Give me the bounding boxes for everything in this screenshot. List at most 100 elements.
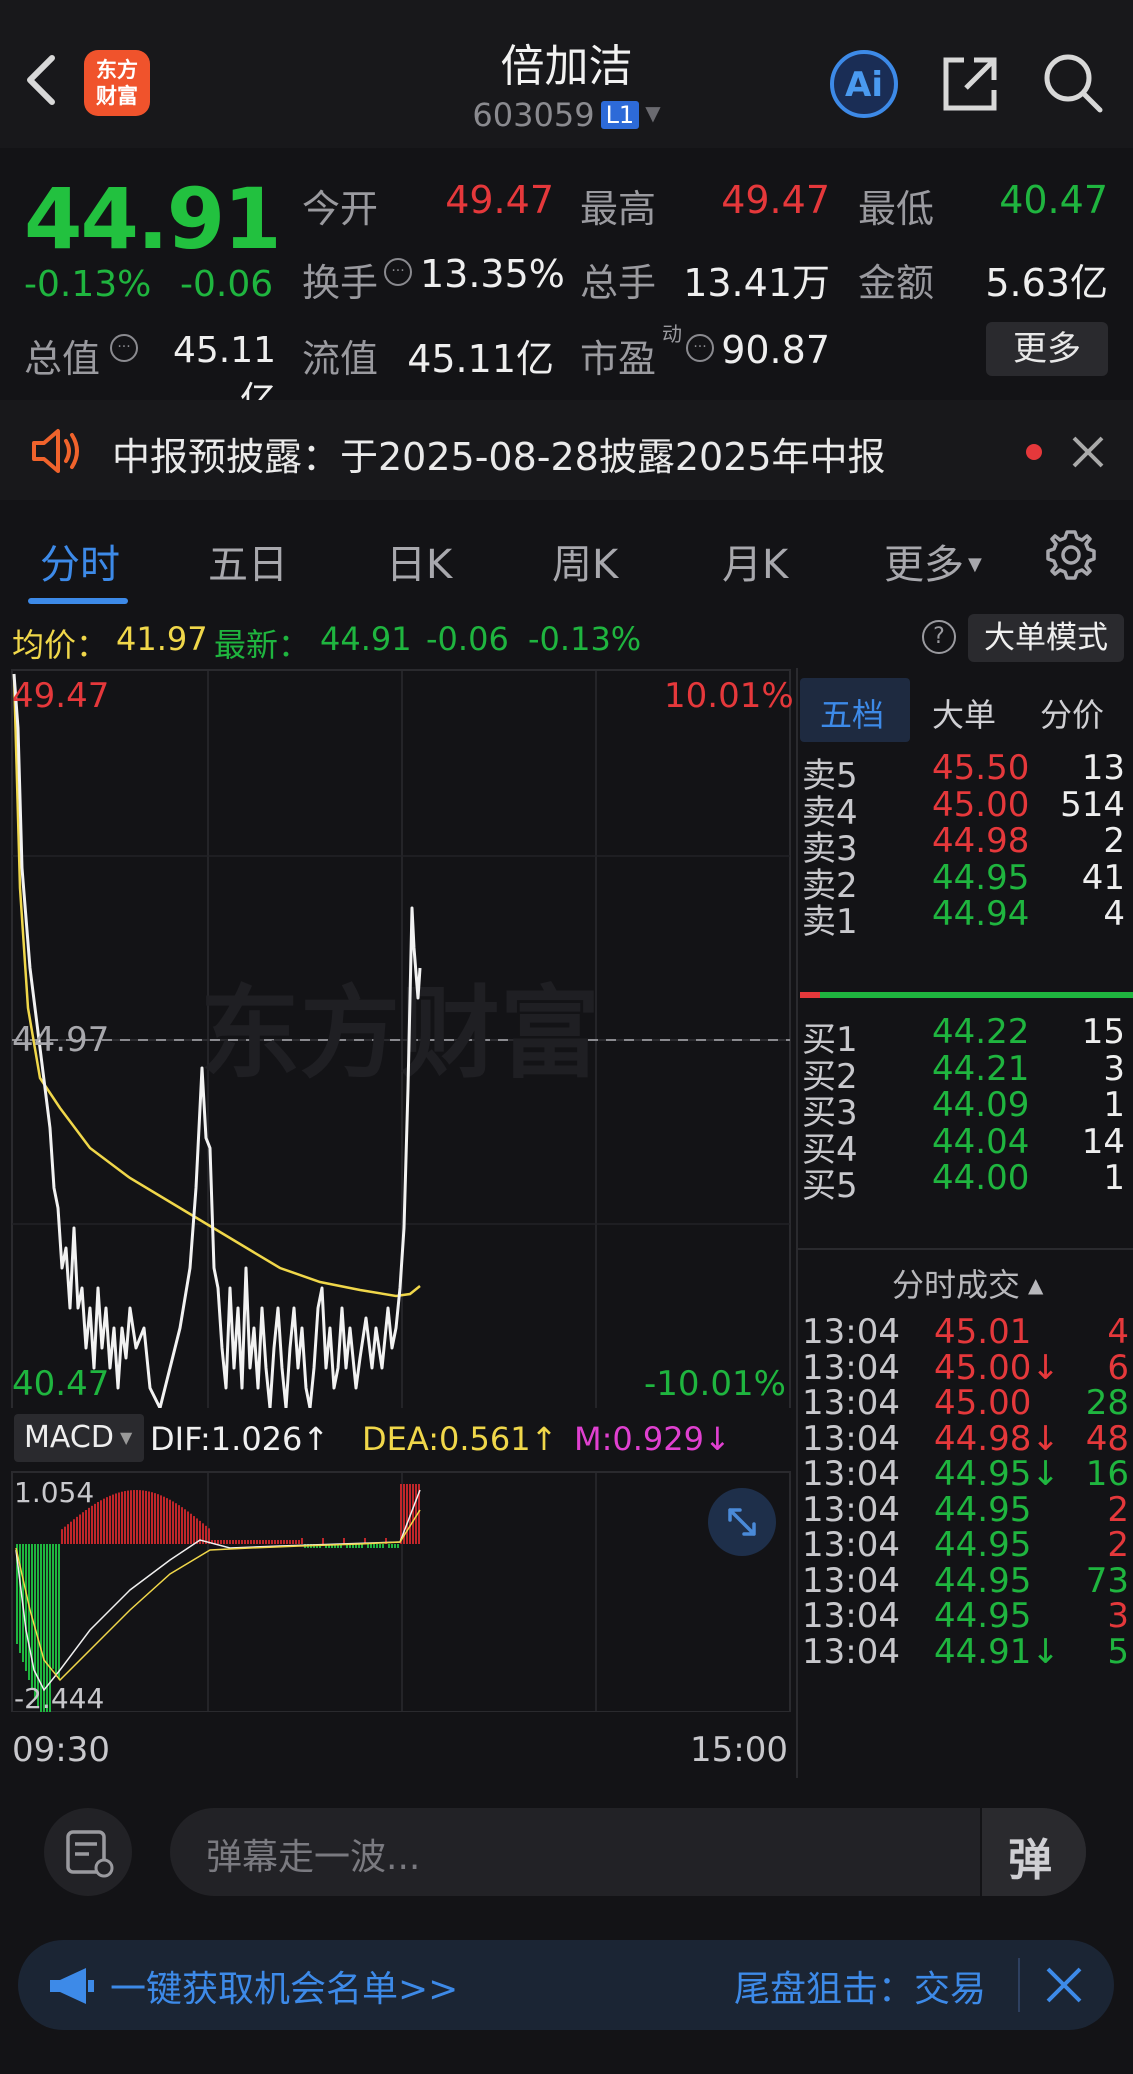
tab-five-day[interactable]: 五日	[208, 532, 288, 590]
turnover-info-icon[interactable]: ···	[384, 258, 412, 286]
macd-bar	[88, 1507, 90, 1544]
macd-bar	[370, 1544, 372, 1548]
intraday-chart[interactable]: 东方财富	[0, 668, 792, 1408]
big-order-mode-button[interactable]: 大单模式	[968, 614, 1124, 662]
close-icon[interactable]	[1070, 434, 1106, 470]
buy-price: 44.04	[932, 1121, 1030, 1162]
tab-daily-k[interactable]: 日K	[386, 532, 452, 590]
macd-bar	[130, 1490, 132, 1544]
tab-monthly-k[interactable]: 月K	[722, 532, 788, 590]
time-start-label: 09:30	[12, 1730, 110, 1770]
tab-more-label: 更多	[884, 542, 964, 588]
macd-bar	[97, 1502, 99, 1544]
ai-button[interactable]: Ai	[828, 48, 900, 124]
macd-chart[interactable]	[0, 1470, 792, 1712]
sell-volume: 514	[1060, 784, 1125, 825]
macd-bar	[268, 1540, 270, 1544]
ticks-title[interactable]: 分时成交 ▲	[892, 1260, 1043, 1306]
danmu-toggle-label: 弹	[1008, 1835, 1052, 1886]
macd-bar	[79, 1514, 81, 1544]
macd-bar	[412, 1484, 414, 1544]
tick-price: 44.95	[934, 1525, 1032, 1565]
share-button[interactable]	[938, 52, 1002, 120]
macd-bar	[184, 1509, 186, 1544]
macd-bar	[94, 1503, 96, 1544]
amount-label: 金额	[858, 261, 935, 305]
turnover-label: 换手	[302, 261, 379, 305]
promo-banner[interactable]: 一键获取机会名单>> 尾盘狙击：交易	[18, 1940, 1114, 2030]
tick-price: 44.95	[934, 1596, 1032, 1636]
close-icon[interactable]	[1044, 1965, 1084, 2005]
order-book: 五档 大单 分价 卖5 45.50 13 卖4 45.00 514 卖3 44.98 2 卖2 44…	[796, 668, 1133, 1778]
tick-time: 13:04	[802, 1383, 900, 1423]
volume-value: 13.41万	[683, 261, 830, 305]
tick-price: 44.95	[934, 1489, 1032, 1530]
ob-tab-price-dist[interactable]: 分价	[1040, 690, 1104, 736]
sell-price: 44.95	[932, 857, 1030, 898]
macd-bar	[289, 1540, 291, 1544]
macd-bar	[115, 1493, 117, 1544]
caret-down-icon: ▼	[645, 101, 661, 125]
danmu-list-button[interactable]	[44, 1808, 132, 1896]
macd-bar	[388, 1544, 390, 1548]
float-cap-value: 45.11亿	[407, 337, 554, 381]
tick-price: 45.00↓	[934, 1347, 1060, 1388]
total-cap-info-icon[interactable]: ···	[110, 334, 138, 362]
ob-tab-five-level[interactable]: 五档	[820, 690, 884, 736]
macd-bar	[322, 1538, 324, 1544]
pe-dynamic-sup: 动	[662, 322, 682, 346]
total-cap-label: 总值	[24, 337, 101, 381]
macd-bar	[52, 1544, 54, 1669]
ticks-title-label: 分时成交	[892, 1266, 1021, 1304]
buy-row[interactable]: 买5 44.00 1	[798, 1158, 1133, 1206]
latest-change: -0.06	[426, 620, 509, 658]
macd-bar	[274, 1540, 276, 1544]
chart-down-pct-label: -10.01%	[644, 1364, 786, 1404]
macd-bar	[25, 1544, 27, 1671]
buy-volume: 3	[1103, 1048, 1125, 1089]
macd-bar	[298, 1540, 300, 1544]
sell-row[interactable]: 卖1 44.94 4	[798, 894, 1133, 942]
expand-icon	[728, 1508, 756, 1536]
tab-more[interactable]: 更多 ▼	[884, 532, 982, 590]
pe-info-icon[interactable]: ···	[686, 334, 714, 362]
macd-bar	[277, 1540, 279, 1544]
macd-bar	[301, 1538, 303, 1544]
tick-time: 13:04	[802, 1312, 900, 1352]
macd-bar	[61, 1529, 63, 1544]
macd-bar	[271, 1540, 273, 1544]
danmu-toggle-button[interactable]: 弹	[980, 1808, 1086, 1896]
macd-bar	[187, 1511, 189, 1544]
macd-bar	[400, 1484, 402, 1544]
macd-bar	[226, 1540, 228, 1544]
macd-bar	[148, 1491, 150, 1544]
macd-bar	[406, 1484, 408, 1544]
search-button[interactable]	[1040, 50, 1106, 120]
macd-bar	[100, 1500, 102, 1544]
macd-bar	[85, 1510, 87, 1544]
macd-bar	[229, 1540, 231, 1544]
tick-time: 13:04	[802, 1454, 900, 1494]
notice-bar[interactable]: 中报预披露：于2025-08-28披露2025年中报	[0, 400, 1133, 500]
avg-value: 41.97	[116, 620, 208, 658]
macd-bar	[259, 1540, 261, 1544]
macd-bar	[241, 1540, 243, 1544]
time-end-label: 15:00	[690, 1730, 788, 1770]
tab-weekly-k[interactable]: 周K	[552, 532, 618, 590]
tick-volume: 6	[1107, 1347, 1129, 1388]
macd-bar	[367, 1544, 369, 1548]
buy-price: 44.09	[932, 1085, 1030, 1125]
tab-intraday[interactable]: 分时	[40, 532, 120, 590]
macd-bar	[265, 1540, 267, 1544]
help-icon[interactable]: ?	[922, 620, 956, 654]
macd-bar	[382, 1544, 384, 1548]
more-button[interactable]: 更多	[986, 322, 1108, 376]
macd-bar	[283, 1540, 285, 1544]
danmu-input[interactable]: 弹幕走一波... 弹	[170, 1808, 1086, 1896]
buy-volume: 1	[1103, 1085, 1125, 1125]
ob-tab-big-order[interactable]: 大单	[932, 690, 996, 736]
gear-icon[interactable]	[1044, 528, 1098, 582]
macd-bar	[220, 1540, 222, 1544]
expand-button[interactable]	[708, 1488, 776, 1556]
macd-bar	[232, 1540, 234, 1544]
